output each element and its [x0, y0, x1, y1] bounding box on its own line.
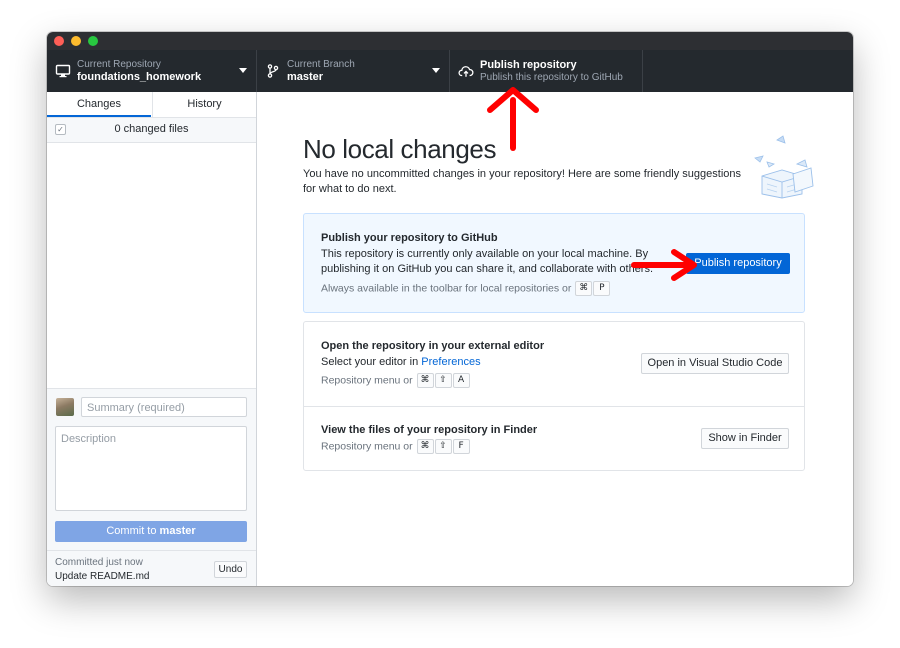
open-editor-row: Open the repository in your external edi… — [304, 322, 804, 407]
git-branch-icon — [267, 64, 279, 78]
app-window: Current Repository foundations_homework … — [47, 32, 853, 586]
command-key-icon: ⌘ — [416, 439, 434, 454]
suggestions-list: Open the repository in your external edi… — [303, 321, 805, 471]
open-editor-text-prefix: Select your editor in — [321, 356, 422, 368]
open-editor-hint-text: Repository menu or — [321, 374, 413, 387]
last-commit-time: Committed just now — [55, 557, 143, 568]
show-in-finder-hint-text: Repository menu or — [321, 440, 413, 453]
publish-repository-toolbar-button[interactable]: Publish repository Publish this reposito… — [450, 50, 643, 92]
chevron-down-icon — [432, 68, 440, 73]
shortcut-key: P — [593, 281, 611, 296]
tab-changes[interactable]: Changes — [47, 92, 151, 117]
preferences-link[interactable]: Preferences — [421, 356, 480, 368]
tab-history[interactable]: History — [152, 92, 256, 117]
publish-suggestion-card: Publish your repository to GitHub This r… — [303, 213, 805, 313]
sidebar-tabs: Changes History — [47, 92, 256, 118]
page-title: No local changes — [303, 134, 497, 164]
publish-repository-subtitle: Publish this repository to GitHub — [480, 72, 623, 83]
last-commit-message: Update README.md — [55, 571, 150, 582]
sidebar: Changes History ✓ 0 changed files Summar… — [47, 92, 257, 586]
commit-button-prefix: Commit to — [106, 525, 160, 537]
show-in-finder-row: View the files of your repository in Fin… — [304, 406, 804, 470]
command-key-icon: ⌘ — [416, 373, 434, 388]
commit-form: Summary (required) Description Commit to… — [47, 388, 256, 586]
current-repository-label: Current Repository — [77, 59, 161, 70]
shortcut-key: F — [452, 439, 470, 454]
summary-input[interactable]: Summary (required) — [81, 397, 247, 417]
changed-files-header: ✓ 0 changed files — [47, 118, 256, 143]
current-repository-name: foundations_homework — [77, 71, 202, 83]
open-editor-text: Select your editor in Preferences — [321, 355, 481, 370]
open-in-vscode-button[interactable]: Open in Visual Studio Code — [641, 353, 789, 374]
empty-state-illustration-icon — [754, 135, 814, 199]
publish-repository-button[interactable]: Publish repository — [686, 253, 790, 274]
current-branch-label: Current Branch — [287, 59, 355, 70]
chevron-down-icon — [239, 68, 247, 73]
cloud-upload-icon — [458, 66, 474, 77]
publish-card-title: Publish your repository to GitHub — [321, 232, 498, 244]
shift-key-icon: ⇧ — [434, 373, 452, 388]
desktop-icon — [55, 64, 71, 78]
changed-files-count: 0 changed files — [114, 123, 189, 135]
current-branch-name: master — [287, 71, 324, 83]
show-in-finder-title: View the files of your repository in Fin… — [321, 424, 538, 436]
open-editor-hint: Repository menu or ⌘ ⇧ A — [321, 373, 470, 388]
show-in-finder-hint: Repository menu or ⌘ ⇧ F — [321, 439, 470, 454]
commit-button[interactable]: Commit to master — [55, 521, 247, 542]
publish-card-text: This repository is currently only availa… — [321, 248, 654, 275]
publish-card-hint: Always available in the toolbar for loca… — [321, 281, 611, 296]
close-window-button[interactable] — [54, 36, 64, 46]
main-content: No local changes You have no uncommitted… — [257, 92, 853, 586]
minimize-window-button[interactable] — [71, 36, 81, 46]
current-repository-dropdown[interactable]: Current Repository foundations_homework — [47, 50, 257, 92]
commit-button-branch: master — [159, 525, 196, 537]
show-in-finder-button[interactable]: Show in Finder — [701, 428, 789, 449]
annotation-arrow-up-icon — [487, 87, 539, 151]
current-branch-dropdown[interactable]: Current Branch master — [257, 50, 450, 92]
open-editor-title: Open the repository in your external edi… — [321, 340, 545, 352]
last-commit-panel: Committed just now Update README.md Undo — [47, 550, 256, 586]
publish-repository-title: Publish repository — [480, 59, 577, 71]
annotation-arrow-right-icon — [631, 249, 697, 281]
command-key-icon: ⌘ — [575, 281, 593, 296]
toolbar: Current Repository foundations_homework … — [47, 50, 853, 92]
undo-button[interactable]: Undo — [214, 561, 247, 578]
title-bar — [47, 32, 853, 50]
intro-text: You have no uncommitted changes in your … — [303, 168, 742, 195]
shift-key-icon: ⇧ — [434, 439, 452, 454]
publish-card-hint-text: Always available in the toolbar for loca… — [321, 282, 572, 295]
avatar — [56, 398, 74, 416]
shortcut-key: A — [452, 373, 470, 388]
zoom-window-button[interactable] — [88, 36, 98, 46]
description-input[interactable]: Description — [55, 426, 247, 511]
